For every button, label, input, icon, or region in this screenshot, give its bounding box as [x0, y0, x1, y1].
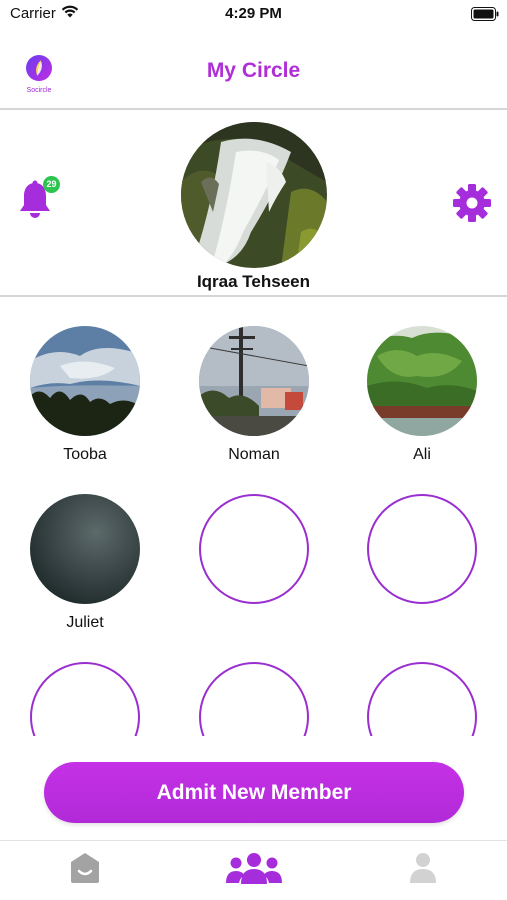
page-title: My Circle	[206, 59, 301, 82]
members-grid: Tooba Noman Ali Juliet	[0, 300, 507, 736]
gear-icon	[453, 184, 491, 222]
member-avatar-tooba[interactable]	[30, 326, 140, 436]
empty-member-slot[interactable]	[30, 662, 140, 736]
member-name-ali: Ali	[413, 446, 431, 463]
member-avatar-ali[interactable]	[367, 326, 477, 436]
empty-member-slot[interactable]	[199, 662, 309, 736]
member-name-noman: Noman	[228, 446, 280, 463]
tab-circle[interactable]	[226, 852, 282, 891]
empty-member-slot[interactable]	[367, 494, 477, 604]
empty-member-slot[interactable]	[367, 662, 477, 736]
battery-icon	[471, 7, 499, 26]
waterfall-photo	[181, 122, 327, 268]
member-name-juliet: Juliet	[66, 614, 104, 631]
street-pole-photo	[199, 326, 309, 436]
profile-name: Iqraa Tehseen	[196, 272, 311, 291]
tab-profile[interactable]	[409, 852, 437, 889]
sky-trees-photo	[30, 326, 140, 436]
tab-home[interactable]	[70, 852, 100, 889]
member-name-tooba: Tooba	[63, 446, 107, 463]
settings-button[interactable]	[452, 183, 492, 228]
tab-bar-divider	[0, 840, 507, 841]
member-avatar-noman[interactable]	[199, 326, 309, 436]
clock-label: 4:29 PM	[225, 5, 282, 22]
status-bar: Carrier 4:29 PM	[0, 0, 507, 30]
group-icon	[226, 853, 282, 884]
dark-abstract-photo	[30, 494, 140, 604]
notification-count-badge: 29	[43, 176, 60, 193]
admit-new-member-button[interactable]: Admit New Member	[44, 762, 464, 823]
profile-avatar[interactable]	[181, 122, 327, 268]
header-divider	[0, 108, 507, 110]
logo-text: Socircle	[26, 87, 52, 94]
member-avatar-juliet[interactable]	[30, 494, 140, 604]
home-icon	[71, 853, 99, 883]
empty-member-slot[interactable]	[199, 494, 309, 604]
profile-divider	[0, 295, 507, 297]
profile-icon	[410, 853, 436, 883]
mangrove-photo	[367, 326, 477, 436]
